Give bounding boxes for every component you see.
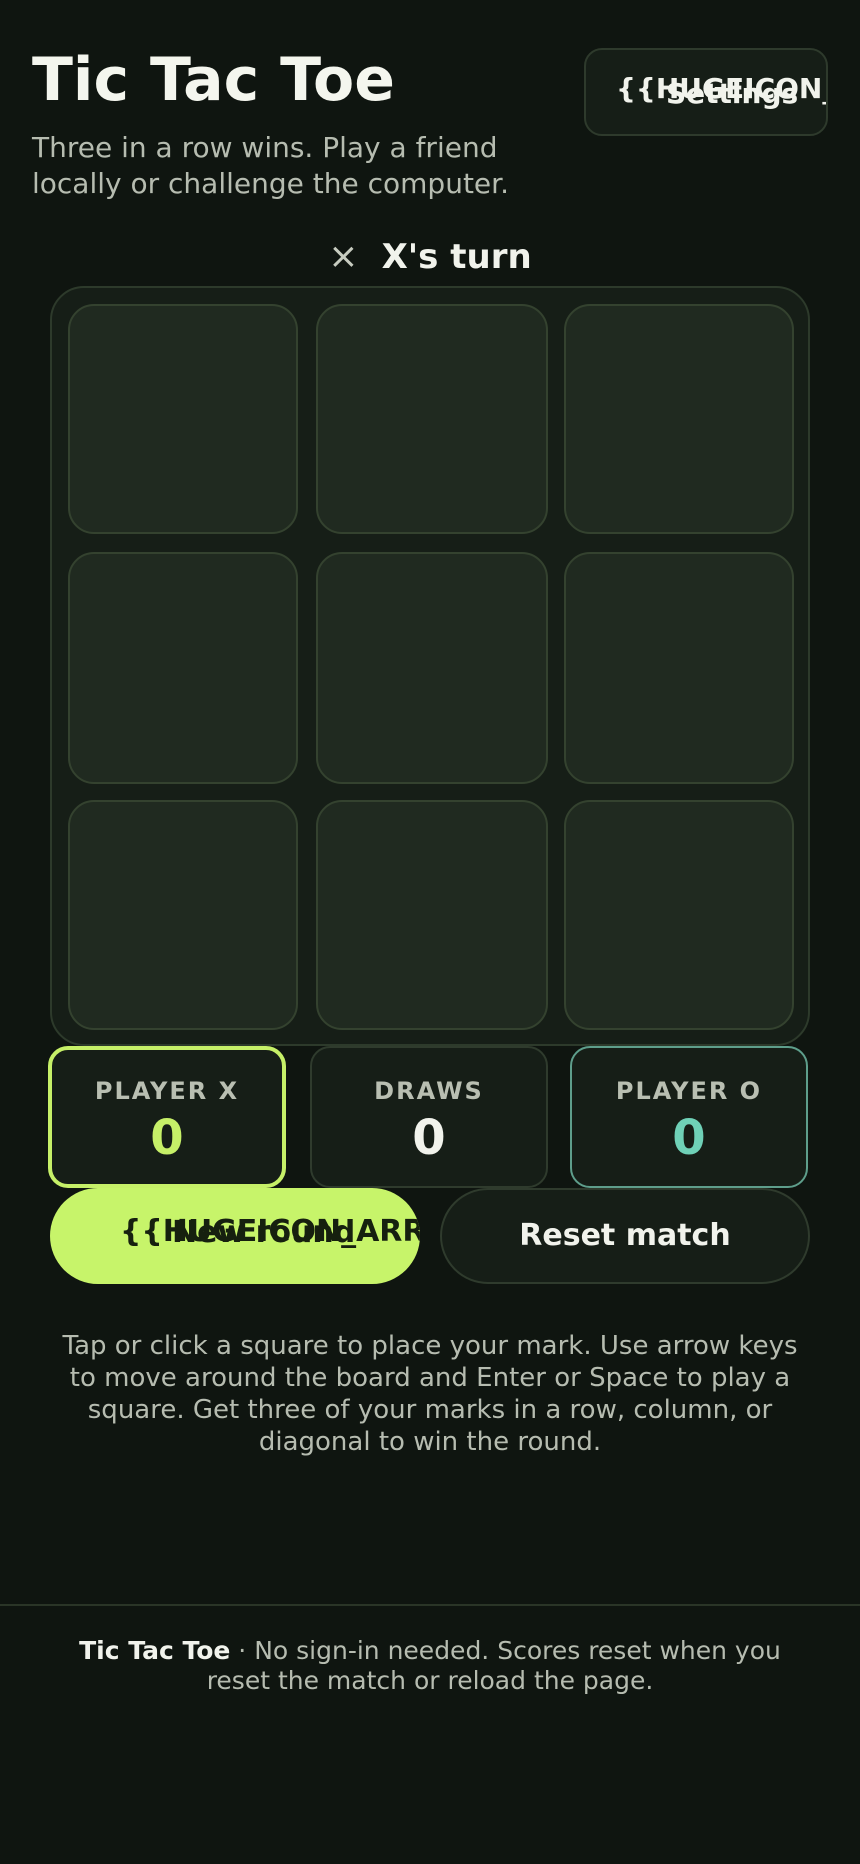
board-cell-9[interactable] — [564, 800, 794, 1030]
board-cell-8[interactable] — [316, 800, 548, 1030]
score-label-draws: DRAWS — [374, 1077, 484, 1105]
scoreboard: PLAYER X 0 DRAWS 0 PLAYER O 0 — [48, 1046, 812, 1188]
footer-brand: Tic Tac Toe — [79, 1636, 231, 1665]
turn-indicator: × X's turn — [0, 232, 860, 282]
footer: Tic Tac Toe · No sign-in needed. Scores … — [50, 1636, 810, 1696]
new-round-button[interactable]: {{HUGEICON_ARR New round — [50, 1188, 420, 1284]
board-cell-6[interactable] — [564, 552, 794, 784]
new-round-label: New round — [172, 1215, 356, 1250]
page: Tic Tac Toe Three in a row wins. Play a … — [0, 0, 860, 1864]
reset-match-button[interactable]: Reset match — [440, 1188, 810, 1284]
app-subtitle: Three in a row wins. Play a friend local… — [32, 131, 509, 200]
header: Tic Tac Toe Three in a row wins. Play a … — [32, 40, 572, 202]
settings-button[interactable]: {{HUGEICON_M Settings — [584, 48, 828, 136]
score-value-player-x: 0 — [150, 1110, 184, 1166]
board-cell-2[interactable] — [316, 304, 548, 534]
score-card-draws: DRAWS 0 — [310, 1046, 548, 1188]
score-card-player-x: PLAYER X 0 — [48, 1046, 286, 1188]
board-cell-5[interactable] — [316, 552, 548, 784]
app-title: Tic Tac Toe — [32, 45, 395, 115]
board-cell-4[interactable] — [68, 552, 298, 784]
score-label-player-o: PLAYER O — [615, 1077, 763, 1105]
board-cell-7[interactable] — [68, 800, 298, 1030]
score-value-player-o: 0 — [672, 1110, 706, 1166]
score-card-player-o: PLAYER O 0 — [570, 1046, 808, 1188]
score-label-player-x: PLAYER X — [94, 1077, 240, 1105]
board-cell-3[interactable] — [564, 304, 794, 534]
score-value-draws: 0 — [412, 1110, 446, 1166]
board-cell-1[interactable] — [68, 304, 298, 534]
x-mark-icon: × — [328, 236, 359, 277]
turn-text: X's turn — [381, 237, 532, 277]
instructions-text: Tap or click a square to place your mark… — [62, 1331, 798, 1457]
footer-text: · No sign-in needed. Scores reset when y… — [206, 1636, 781, 1695]
settings-label: Settings — [666, 77, 799, 110]
game-board — [50, 286, 810, 1046]
footer-divider — [0, 1604, 860, 1606]
